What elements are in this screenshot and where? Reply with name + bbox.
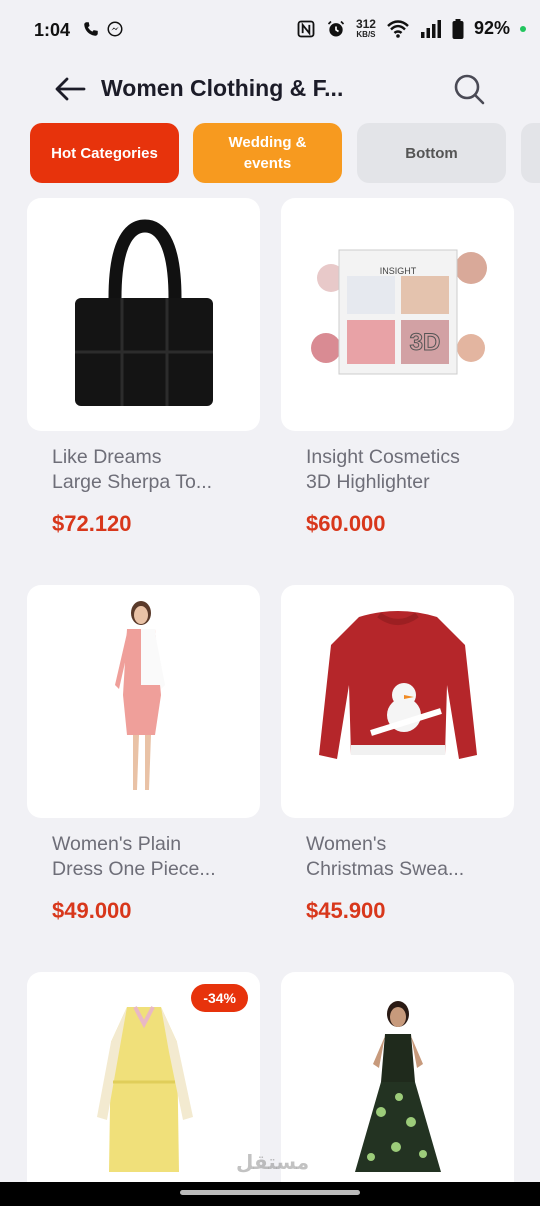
privacy-dot — [520, 25, 526, 32]
product-card[interactable]: INSIGHT 3D Insight Cosmetics 3D Highligh… — [281, 198, 514, 537]
green-gown-image — [355, 1001, 441, 1172]
chip-next[interactable] — [521, 123, 540, 183]
alarm-icon — [327, 20, 345, 36]
product-name-line2: 3D Highlighter — [306, 471, 430, 493]
product-price: $45.900 — [306, 898, 386, 923]
chip-wedding-events[interactable]: Wedding & events — [193, 123, 342, 183]
product-name-line2: Large Sherpa To... — [52, 471, 213, 493]
chip-hot-categories[interactable]: Hot Categories — [30, 123, 179, 183]
product-card[interactable]: Women's Christmas Swea... $45.900 — [281, 585, 514, 924]
status-bar: 1:04 312 KB/S 92% — [0, 0, 540, 62]
wifi-icon — [387, 19, 409, 38]
product-card[interactable]: -34% — [27, 972, 260, 1205]
product-card[interactable]: Women's Plain Dress One Piece... $49.000 — [27, 585, 260, 924]
signal-icon — [420, 19, 441, 38]
watermark: مستقل — [236, 1152, 310, 1174]
product-image[interactable] — [281, 972, 514, 1205]
highlighter-palette-image: INSIGHT 3D — [311, 249, 487, 375]
home-indicator[interactable] — [180, 1190, 360, 1195]
net-speed: 312 — [355, 17, 376, 31]
product-image[interactable] — [281, 585, 514, 818]
battery-level: 92% — [473, 18, 510, 38]
product-price: $49.000 — [52, 898, 132, 923]
discount-badge: -34% — [191, 984, 248, 1012]
product-image[interactable] — [27, 198, 260, 431]
product-name-line2: Christmas Swea... — [306, 858, 465, 880]
app-header: Women Clothing & F... — [0, 62, 540, 118]
nfc-icon — [297, 20, 315, 37]
messenger-icon — [107, 21, 123, 37]
product-card[interactable]: Like Dreams Large Sherpa To... $72.120 — [27, 198, 260, 537]
net-unit: KB/S — [356, 30, 376, 39]
product-card[interactable] — [281, 972, 514, 1205]
product-image[interactable]: -34% — [27, 972, 260, 1205]
product-image[interactable] — [27, 585, 260, 818]
tote-bag-image — [75, 219, 213, 406]
product-name-line1: Insight Cosmetics — [306, 446, 460, 468]
product-image[interactable]: INSIGHT 3D — [281, 198, 514, 431]
arrow-left-icon[interactable] — [52, 74, 88, 104]
battery-icon — [452, 18, 464, 39]
category-chips: Hot Categories Wedding & events Bottom — [0, 123, 540, 183]
product-price: $60.000 — [306, 511, 386, 536]
product-name-line1: Like Dreams — [52, 446, 162, 468]
chip-bottom[interactable]: Bottom — [357, 123, 506, 183]
christmas-sweater-image — [319, 611, 477, 759]
palette-brand-text: INSIGHT — [380, 266, 417, 276]
product-name-line2: Dress One Piece... — [52, 858, 216, 880]
product-name-line1: Women's — [306, 833, 387, 855]
product-price: $72.120 — [52, 511, 132, 536]
system-nav-bar — [0, 1182, 540, 1206]
palette-label-text: 3D — [410, 329, 441, 356]
search-icon[interactable] — [450, 70, 488, 108]
phone-icon — [84, 22, 98, 36]
pink-dress-image — [115, 601, 165, 790]
status-time: 1:04 — [34, 20, 71, 40]
page-title: Women Clothing & F... — [101, 75, 344, 101]
product-name-line1: Women's Plain — [52, 833, 182, 855]
